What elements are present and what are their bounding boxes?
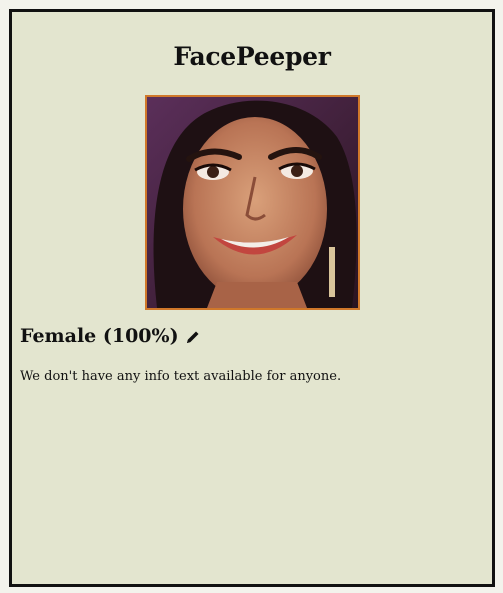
prediction-row: Female (100%) — [20, 325, 201, 347]
info-text: We don't have any info text available fo… — [20, 369, 342, 384]
app-title: FacePeeper — [173, 42, 331, 71]
face-photo — [145, 95, 360, 310]
face-illustration — [147, 97, 358, 308]
app-frame: FacePeeper Female (100%) We don't have a… — [9, 9, 495, 587]
gender-prediction-label: Female (100%) — [20, 325, 179, 347]
pencil-icon[interactable] — [185, 328, 201, 344]
